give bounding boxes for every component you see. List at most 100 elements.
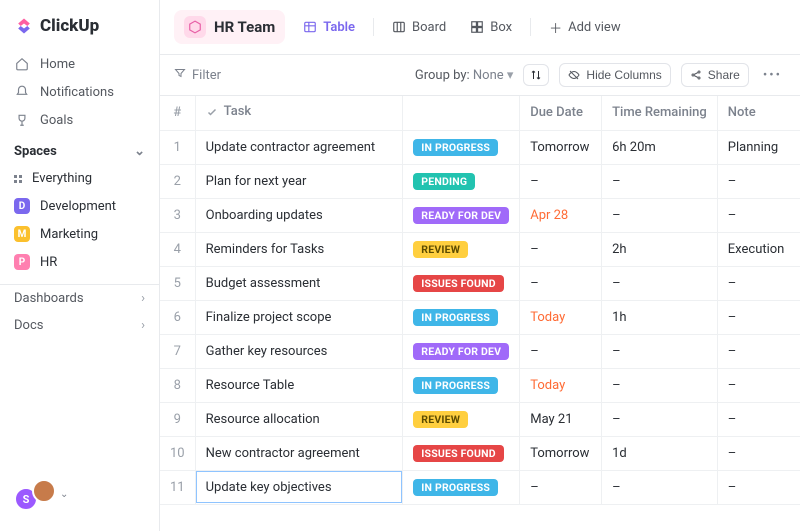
cell-time[interactable]: – xyxy=(602,266,718,300)
main: HR Team Table Board Box ＋ Add view xyxy=(160,0,800,531)
cell-due[interactable]: Today xyxy=(520,300,602,334)
nav-goals[interactable]: Goals xyxy=(0,106,159,134)
col-num[interactable]: # xyxy=(160,96,195,130)
avatar-stack[interactable]: S ⌄ xyxy=(0,469,159,522)
nav-notifications[interactable]: Notifications xyxy=(0,78,159,106)
nav-dashboards[interactable]: Dashboards › xyxy=(0,285,159,312)
cell-task[interactable]: New contractor agreement xyxy=(195,436,403,470)
status-badge: IN PROGRESS xyxy=(413,139,498,156)
table-row[interactable]: 5 Budget assessment ISSUES FOUND – – – xyxy=(160,266,800,300)
table-row[interactable]: 11 Update key objectives IN PROGRESS – –… xyxy=(160,470,800,504)
col-status[interactable] xyxy=(403,96,520,130)
cell-note[interactable]: – xyxy=(717,436,800,470)
cell-task[interactable]: Onboarding updates xyxy=(195,198,403,232)
cell-time[interactable]: 6h 20m xyxy=(602,130,718,164)
sidebar-space-item[interactable]: PHR xyxy=(0,248,159,276)
share-button[interactable]: Share xyxy=(681,63,749,87)
cell-task[interactable]: Gather key resources xyxy=(195,334,403,368)
cell-status[interactable]: PENDING xyxy=(403,164,520,198)
cell-task[interactable]: Update key objectives xyxy=(195,470,403,504)
cell-status[interactable]: IN PROGRESS xyxy=(403,300,520,334)
col-due[interactable]: Due Date xyxy=(520,96,602,130)
more-menu[interactable]: ••• xyxy=(759,68,786,83)
cell-status[interactable]: IN PROGRESS xyxy=(403,130,520,164)
col-note[interactable]: Note xyxy=(717,96,800,130)
cell-status[interactable]: REVIEW xyxy=(403,402,520,436)
cell-note[interactable]: – xyxy=(717,368,800,402)
cell-note[interactable]: – xyxy=(717,402,800,436)
table-row[interactable]: 10 New contractor agreement ISSUES FOUND… xyxy=(160,436,800,470)
cell-time[interactable]: – xyxy=(602,334,718,368)
cell-task[interactable]: Finalize project scope xyxy=(195,300,403,334)
cell-status[interactable]: REVIEW xyxy=(403,232,520,266)
space-everything[interactable]: Everything xyxy=(0,165,159,192)
view-board[interactable]: Board xyxy=(386,16,452,39)
cell-due[interactable]: Tomorrow xyxy=(520,130,602,164)
cell-time[interactable]: – xyxy=(602,368,718,402)
cell-note[interactable]: Execution xyxy=(717,232,800,266)
hide-columns-button[interactable]: Hide Columns xyxy=(559,63,670,87)
cell-note[interactable]: – xyxy=(717,164,800,198)
cell-task[interactable]: Resource allocation xyxy=(195,402,403,436)
cell-time[interactable]: 1h xyxy=(602,300,718,334)
brand[interactable]: ClickUp xyxy=(0,10,159,50)
nav-home[interactable]: Home xyxy=(0,50,159,78)
nav-docs[interactable]: Docs › xyxy=(0,312,159,339)
cell-status[interactable]: READY FOR DEV xyxy=(403,198,520,232)
groupby[interactable]: Group by: None ▾ xyxy=(415,68,514,83)
cell-due[interactable]: Apr 28 xyxy=(520,198,602,232)
cell-note[interactable]: – xyxy=(717,470,800,504)
table-row[interactable]: 7 Gather key resources READY FOR DEV – –… xyxy=(160,334,800,368)
cell-due[interactable]: – xyxy=(520,334,602,368)
avatar[interactable] xyxy=(32,479,56,503)
table-row[interactable]: 1 Update contractor agreement IN PROGRES… xyxy=(160,130,800,164)
cell-task[interactable]: Budget assessment xyxy=(195,266,403,300)
cell-due[interactable]: – xyxy=(520,232,602,266)
view-table[interactable]: Table xyxy=(297,16,361,39)
cell-due[interactable]: Tomorrow xyxy=(520,436,602,470)
cell-note[interactable]: Planning xyxy=(717,130,800,164)
table-row[interactable]: 2 Plan for next year PENDING – – – xyxy=(160,164,800,198)
col-task[interactable]: Task xyxy=(195,96,403,130)
cell-due[interactable]: – xyxy=(520,164,602,198)
cell-note[interactable]: – xyxy=(717,300,800,334)
add-view[interactable]: ＋ Add view xyxy=(543,14,627,41)
cell-task[interactable]: Reminders for Tasks xyxy=(195,232,403,266)
table-row[interactable]: 9 Resource allocation REVIEW May 21 – – xyxy=(160,402,800,436)
cell-note[interactable]: – xyxy=(717,334,800,368)
cell-time[interactable]: – xyxy=(602,164,718,198)
cell-time[interactable]: 1d xyxy=(602,436,718,470)
eye-off-icon xyxy=(568,69,580,81)
view-box[interactable]: Box xyxy=(464,16,518,39)
col-time[interactable]: Time Remaining xyxy=(602,96,718,130)
spaces-header[interactable]: Spaces ⌄ xyxy=(0,134,159,165)
table-row[interactable]: 4 Reminders for Tasks REVIEW – 2h Execut… xyxy=(160,232,800,266)
cell-status[interactable]: READY FOR DEV xyxy=(403,334,520,368)
cell-time[interactable]: – xyxy=(602,402,718,436)
cell-due[interactable]: Today xyxy=(520,368,602,402)
cell-note[interactable]: – xyxy=(717,266,800,300)
cell-task[interactable]: Resource Table xyxy=(195,368,403,402)
cell-status[interactable]: IN PROGRESS xyxy=(403,470,520,504)
cell-due[interactable]: – xyxy=(520,470,602,504)
cell-time[interactable]: – xyxy=(602,198,718,232)
cell-status[interactable]: ISSUES FOUND xyxy=(403,266,520,300)
status-badge: IN PROGRESS xyxy=(413,309,498,326)
cell-note[interactable]: – xyxy=(717,198,800,232)
sidebar-space-item[interactable]: MMarketing xyxy=(0,220,159,248)
table-row[interactable]: 8 Resource Table IN PROGRESS Today – – xyxy=(160,368,800,402)
table-row[interactable]: 3 Onboarding updates READY FOR DEV Apr 2… xyxy=(160,198,800,232)
cell-task[interactable]: Plan for next year xyxy=(195,164,403,198)
cell-status[interactable]: IN PROGRESS xyxy=(403,368,520,402)
cell-status[interactable]: ISSUES FOUND xyxy=(403,436,520,470)
cell-task[interactable]: Update contractor agreement xyxy=(195,130,403,164)
sort-button[interactable] xyxy=(523,64,549,86)
filter-button[interactable]: Filter xyxy=(174,67,221,83)
cell-time[interactable]: – xyxy=(602,470,718,504)
team-pill[interactable]: HR Team xyxy=(174,10,285,44)
cell-time[interactable]: 2h xyxy=(602,232,718,266)
sidebar-space-item[interactable]: DDevelopment xyxy=(0,192,159,220)
table-row[interactable]: 6 Finalize project scope IN PROGRESS Tod… xyxy=(160,300,800,334)
cell-due[interactable]: – xyxy=(520,266,602,300)
cell-due[interactable]: May 21 xyxy=(520,402,602,436)
